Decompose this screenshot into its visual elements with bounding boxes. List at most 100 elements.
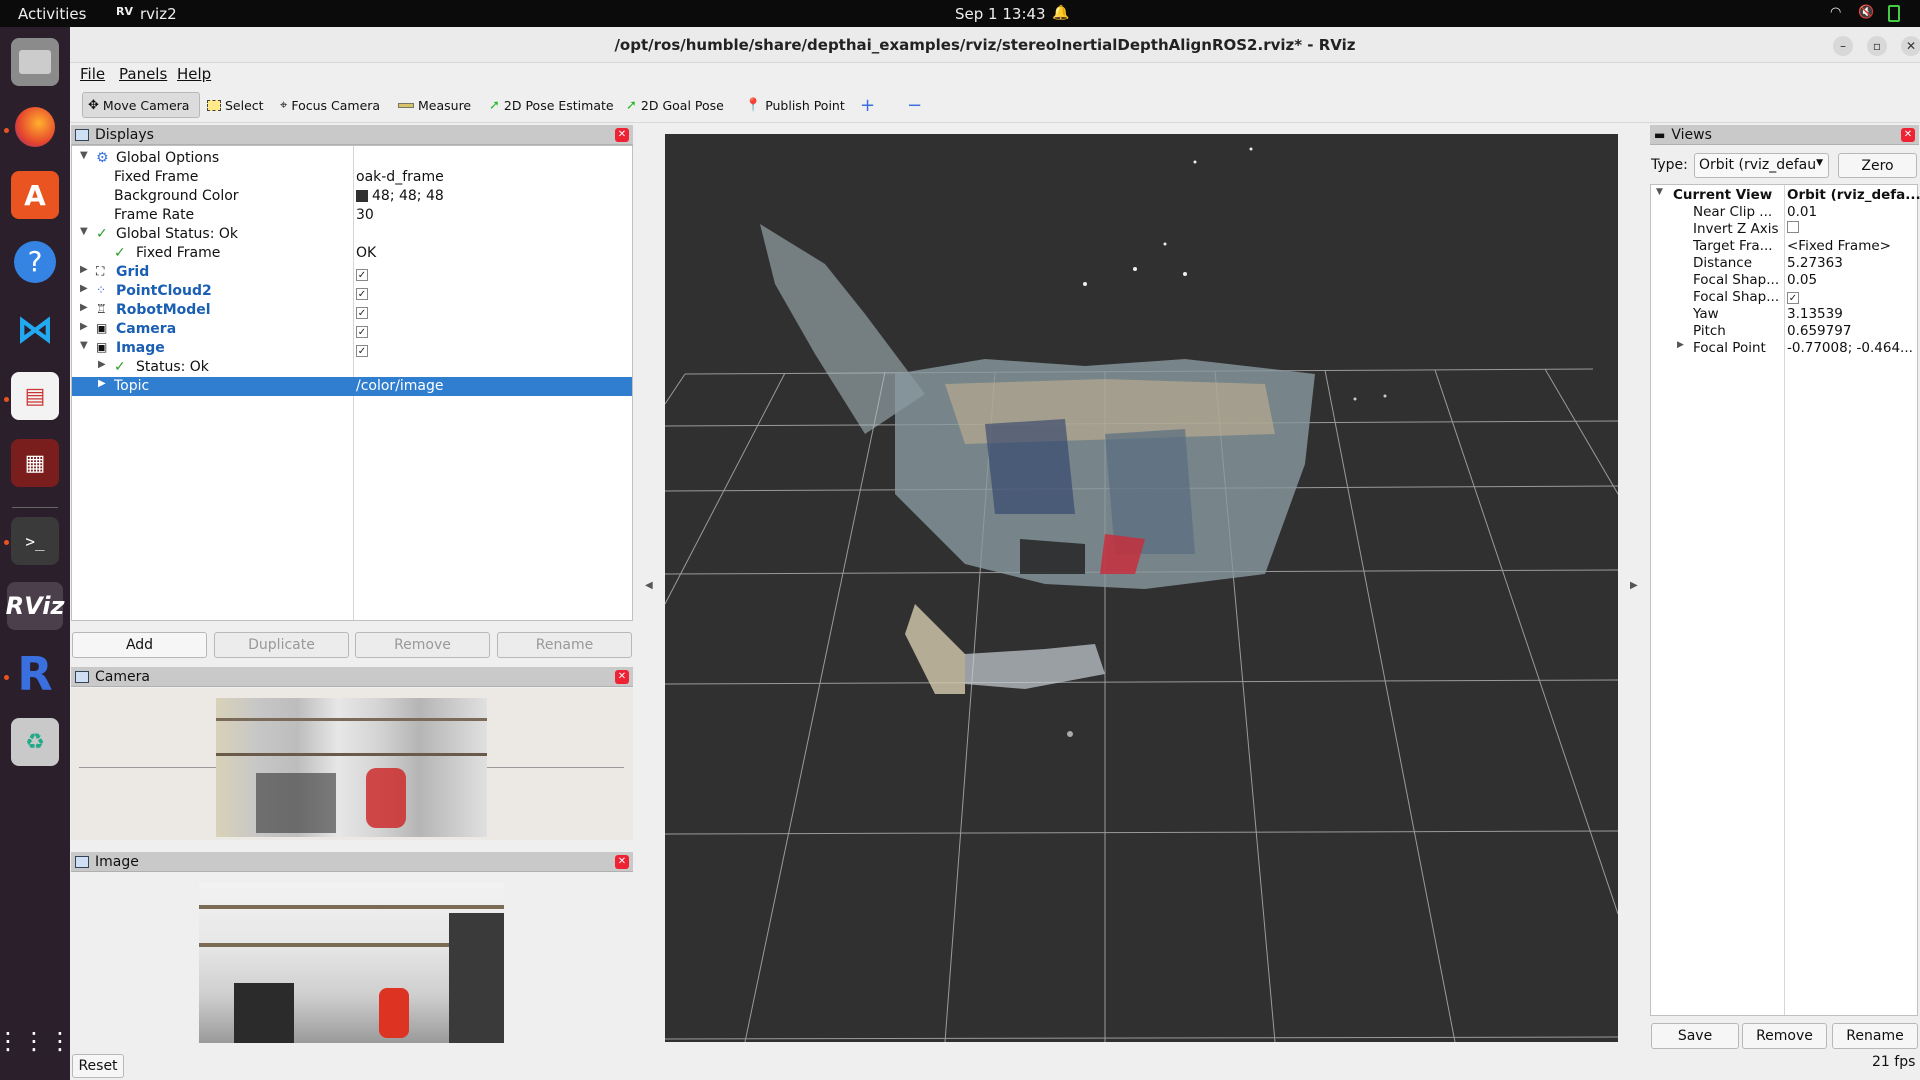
expanded-arrow-icon[interactable]: ▼ <box>80 226 88 237</box>
tree-row-camera[interactable]: ▶ ▣ Camera ✓ <box>72 320 632 339</box>
2d-goal-pose-tool[interactable]: ➚ 2D Goal Pose <box>621 92 729 118</box>
window-title-bar[interactable]: /opt/ros/humble/share/depthai_examples/r… <box>70 27 1920 63</box>
frame-rate-value[interactable]: 30 <box>356 207 374 223</box>
tree-row-current-view[interactable]: ▼ Current View Orbit (rviz_defa... <box>1651 187 1920 204</box>
battery-icon[interactable] <box>1888 5 1900 22</box>
collapsed-arrow-icon[interactable]: ▶ <box>80 283 88 294</box>
move-camera-tool[interactable]: ✥ Move Camera <box>82 92 200 118</box>
trash-icon[interactable]: ♻ <box>11 718 59 766</box>
focal-shape-checkbox[interactable]: ✓ <box>1787 292 1799 304</box>
menu-panels[interactable]: Panels <box>119 65 167 83</box>
reset-button[interactable]: Reset <box>72 1054 124 1078</box>
publish-point-tool[interactable]: 📍 Publish Point <box>740 92 850 118</box>
r-app-icon[interactable]: R <box>11 647 59 701</box>
volume-muted-icon[interactable]: 🔇 <box>1858 5 1874 20</box>
topic-value[interactable]: /color/image <box>356 378 444 394</box>
collapsed-arrow-icon[interactable]: ▶ <box>80 264 88 275</box>
tree-row-distance[interactable]: Distance 5.27363 <box>1651 255 1917 272</box>
help-icon[interactable]: ? <box>11 238 59 286</box>
collapse-left-arrow-icon[interactable]: ◀ <box>645 580 653 591</box>
firefox-icon[interactable] <box>11 103 59 151</box>
tree-row-topic[interactable]: ▶ Topic /color/image <box>72 377 632 396</box>
tree-row-frame-rate[interactable]: Frame Rate 30 <box>72 206 632 225</box>
save-view-button[interactable]: Save <box>1651 1023 1739 1049</box>
background-color-value[interactable]: 48; 48; 48 <box>356 188 444 204</box>
tree-row-focal-point[interactable]: ▶ Focal Point -0.77008; -0.464... <box>1651 340 1917 357</box>
tree-row-target-frame[interactable]: Target Fra... <Fixed Frame> <box>1651 238 1917 255</box>
fixed-frame-value[interactable]: oak-d_frame <box>356 169 444 185</box>
tree-row-yaw[interactable]: Yaw 3.13539 <box>1651 306 1917 323</box>
close-icon[interactable]: ✕ <box>1901 36 1920 56</box>
system-monitor-icon[interactable]: ▦ <box>11 439 59 487</box>
tree-row-robotmodel[interactable]: ▶ ♖ RobotModel ✓ <box>72 301 632 320</box>
rename-view-button[interactable]: Rename <box>1832 1023 1918 1049</box>
menu-help[interactable]: Help <box>177 65 211 83</box>
maximize-icon[interactable]: ▫ <box>1867 36 1887 56</box>
2d-pose-estimate-tool[interactable]: ➚ 2D Pose Estimate <box>484 92 619 118</box>
tree-row-focal-shape-size[interactable]: Focal Shap... 0.05 <box>1651 272 1917 289</box>
measure-tool[interactable]: Measure <box>393 92 476 118</box>
collapsed-arrow-icon[interactable]: ▶ <box>98 359 106 370</box>
image-enabled-checkbox[interactable]: ✓ <box>356 345 368 357</box>
collapsed-arrow-icon[interactable]: ▶ <box>80 321 88 332</box>
vscode-icon[interactable]: ⋈ <box>11 305 59 353</box>
camera-render-area[interactable] <box>71 688 633 840</box>
grid-enabled-checkbox[interactable]: ✓ <box>356 269 368 281</box>
tree-row-global-status[interactable]: ▼ ✓ Global Status: Ok <box>72 225 632 244</box>
tree-row-global-options[interactable]: ▼ ⚙ Global Options <box>72 149 632 168</box>
duplicate-display-button[interactable]: Duplicate <box>214 632 349 658</box>
robotmodel-enabled-checkbox[interactable]: ✓ <box>356 307 368 319</box>
menu-file[interactable]: File <box>80 65 105 83</box>
tree-row-focal-shape-fixed[interactable]: Focal Shap... ✓ <box>1651 289 1917 306</box>
add-display-button[interactable]: Add <box>72 632 207 658</box>
expanded-arrow-icon[interactable]: ▼ <box>80 150 88 161</box>
camera-enabled-checkbox[interactable]: ✓ <box>356 326 368 338</box>
remove-display-button[interactable]: Remove <box>355 632 490 658</box>
app-menu-label[interactable]: rviz2 <box>140 5 177 23</box>
wifi-icon[interactable]: ◠ <box>1830 5 1841 20</box>
expanded-arrow-icon[interactable]: ▼ <box>1656 187 1663 197</box>
activities-button[interactable]: Activities <box>18 5 86 23</box>
tree-row-fixed-frame[interactable]: Fixed Frame oak-d_frame <box>72 168 632 187</box>
select-tool[interactable]: Select <box>202 92 269 118</box>
remove-view-button[interactable]: Remove <box>1742 1023 1827 1049</box>
app-center-icon[interactable]: A <box>11 171 59 219</box>
close-panel-icon[interactable]: ✕ <box>615 855 629 869</box>
tree-row-image[interactable]: ▼ ▣ Image ✓ <box>72 339 632 358</box>
pointcloud-enabled-checkbox[interactable]: ✓ <box>356 288 368 300</box>
collapsed-arrow-icon[interactable]: ▶ <box>98 378 106 389</box>
rename-display-button[interactable]: Rename <box>497 632 632 658</box>
remove-tool-button[interactable]: − <box>902 92 927 118</box>
3d-render-viewport[interactable] <box>665 134 1618 1042</box>
tree-row-background-color[interactable]: Background Color 48; 48; 48 <box>72 187 632 206</box>
tree-row-invert-z[interactable]: Invert Z Axis <box>1651 221 1917 238</box>
zero-button[interactable]: Zero <box>1838 153 1917 178</box>
tree-row-near-clip[interactable]: Near Clip ... 0.01 <box>1651 204 1917 221</box>
notification-bell-icon[interactable]: 🔔 <box>1052 5 1069 21</box>
minimize-icon[interactable]: – <box>1833 36 1853 56</box>
tree-row-grid[interactable]: ▶ ⛶ Grid ✓ <box>72 263 632 282</box>
terminal-icon[interactable]: >_ <box>11 517 59 565</box>
clock[interactable]: Sep 1 13:43 <box>955 5 1046 23</box>
close-panel-icon[interactable]: ✕ <box>615 670 629 684</box>
tree-row-pitch[interactable]: Pitch 0.659797 <box>1651 323 1917 340</box>
close-panel-icon[interactable]: ✕ <box>1901 128 1915 142</box>
color-image-feed <box>199 883 504 1043</box>
add-tool-button[interactable]: + <box>855 92 880 118</box>
collapsed-arrow-icon[interactable]: ▶ <box>80 302 88 313</box>
document-viewer-icon[interactable]: ▤ <box>11 372 59 420</box>
show-apps-icon[interactable]: ⋮⋮⋮ <box>0 1017 72 1065</box>
collapsed-arrow-icon[interactable]: ▶ <box>1677 340 1684 350</box>
files-icon[interactable] <box>11 38 59 86</box>
tree-row-status-fixed-frame[interactable]: ✓ Fixed Frame OK <box>72 244 632 263</box>
image-render-area[interactable] <box>71 873 633 1043</box>
close-panel-icon[interactable]: ✕ <box>615 128 629 142</box>
expanded-arrow-icon[interactable]: ▼ <box>80 340 88 351</box>
collapse-right-arrow-icon[interactable]: ▶ <box>1630 580 1638 591</box>
focus-camera-tool[interactable]: ⌖ Focus Camera <box>275 92 385 118</box>
rviz-icon[interactable]: RViz <box>6 582 64 630</box>
invert-z-checkbox[interactable] <box>1787 221 1799 233</box>
tree-row-pointcloud2[interactable]: ▶ ⁘ PointCloud2 ✓ <box>72 282 632 301</box>
view-type-dropdown[interactable]: Orbit (rviz_defau ▼ <box>1694 153 1829 178</box>
tree-row-image-status[interactable]: ▶ ✓ Status: Ok <box>72 358 632 377</box>
